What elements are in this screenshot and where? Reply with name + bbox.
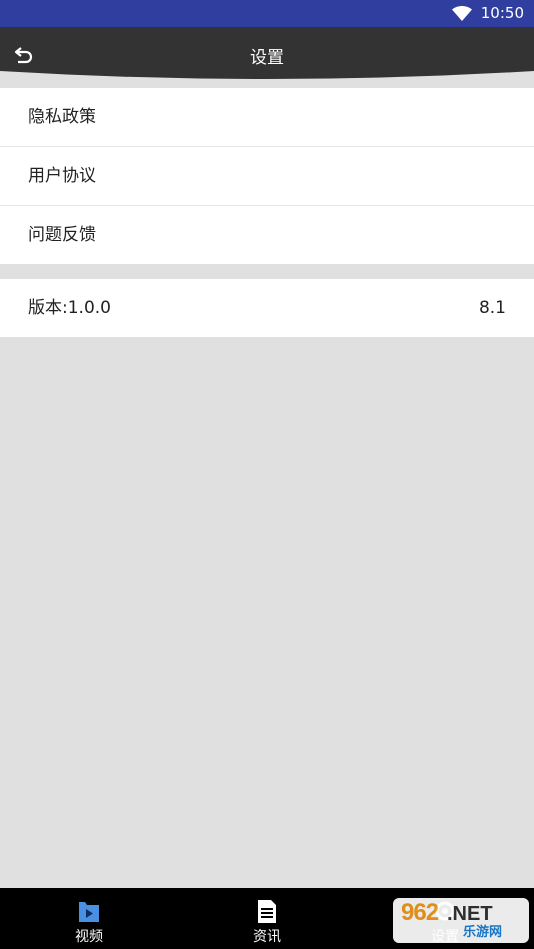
- status-time: 10:50: [480, 4, 524, 22]
- feedback-label: 问题反馈: [28, 225, 96, 245]
- privacy-policy-label: 隐私政策: [28, 107, 96, 127]
- version-item: 版本:1.0.0 8.1: [0, 279, 534, 337]
- app-bar: 设置: [0, 27, 534, 79]
- watermark-suffix: .NET: [447, 903, 493, 925]
- watermark-text: 乐游网: [463, 925, 503, 940]
- video-icon: [79, 902, 99, 922]
- watermark-logo: 962 .NET 乐游网: [393, 898, 529, 943]
- wifi-icon: [452, 6, 472, 21]
- nav-tab-news[interactable]: 资讯: [178, 888, 356, 949]
- page-title: 设置: [250, 48, 284, 68]
- user-agreement-label: 用户协议: [28, 166, 96, 186]
- nav-tab-news-label: 资讯: [253, 929, 281, 945]
- version-label: 版本:1.0.0: [28, 298, 111, 318]
- nav-tab-video[interactable]: 视频: [0, 888, 178, 949]
- version-section: 版本:1.0.0 8.1: [0, 279, 534, 337]
- version-value: 8.1: [478, 298, 506, 318]
- watermark-brand: 962: [401, 899, 439, 926]
- user-agreement-item[interactable]: 用户协议: [0, 147, 534, 206]
- feedback-item[interactable]: 问题反馈: [0, 206, 534, 264]
- nav-tab-video-label: 视频: [75, 929, 103, 945]
- settings-list: 隐私政策 用户协议 问题反馈: [0, 88, 534, 264]
- privacy-policy-item[interactable]: 隐私政策: [0, 88, 534, 147]
- document-icon: [258, 900, 276, 923]
- status-bar: 10:50: [0, 0, 534, 27]
